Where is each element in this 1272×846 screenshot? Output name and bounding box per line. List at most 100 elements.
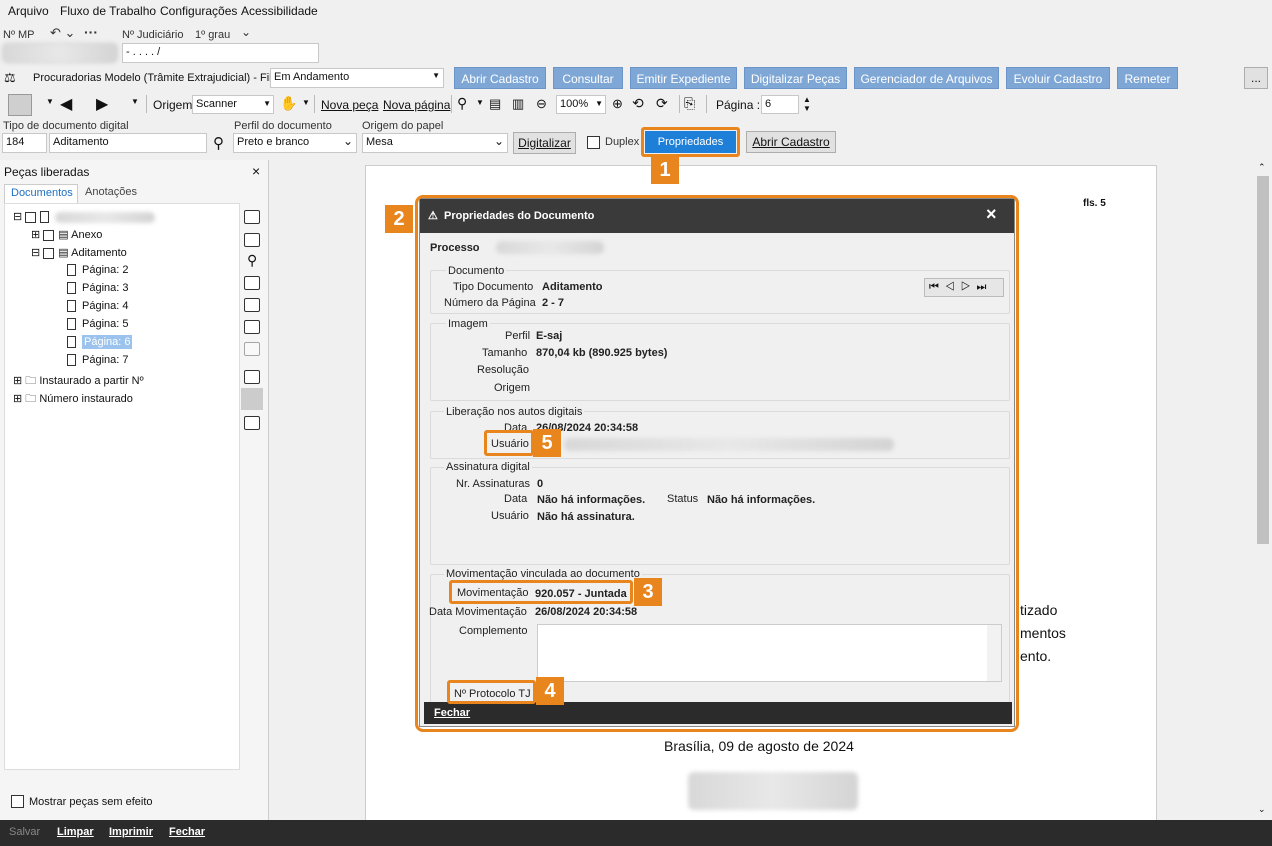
tree-numero-instaurado[interactable]: ⊞ 🗀 Número instaurado bbox=[13, 390, 133, 409]
scroll-thumb[interactable] bbox=[1257, 176, 1269, 544]
zoom-out-icon[interactable]: ⊖ bbox=[536, 96, 547, 112]
duplex-checkbox[interactable] bbox=[587, 136, 600, 149]
hand-dropdown-icon[interactable]: ▼ bbox=[302, 98, 310, 107]
next-icon[interactable]: ▶ bbox=[96, 94, 108, 114]
rotate-right-icon[interactable]: ⟳ bbox=[656, 95, 668, 112]
origem-papel-select[interactable]: Mesa ⌄ bbox=[362, 133, 508, 153]
origem-papel-label: Origem do papel bbox=[362, 120, 444, 132]
zoom-search-icon[interactable]: ⚲ bbox=[457, 95, 467, 112]
tipo-code-input[interactable]: 184 bbox=[2, 133, 47, 153]
search-icon[interactable]: ⚲ bbox=[213, 134, 224, 152]
pagina-input[interactable]: 6 bbox=[761, 95, 799, 114]
tree-root[interactable]: ⊟ bbox=[13, 210, 156, 224]
queue-icon: ⚖ bbox=[4, 70, 16, 85]
scroll-up-icon[interactable]: ⌃ bbox=[1258, 162, 1266, 173]
more-icon[interactable]: ··· bbox=[84, 24, 98, 40]
tree-anexo[interactable]: ⊞ ▤ Anexo bbox=[31, 228, 102, 241]
hand-icon[interactable]: ✋ bbox=[280, 95, 297, 112]
digitalizar-button[interactable]: Digitalizar bbox=[513, 132, 576, 154]
tree-page[interactable]: Página: 5 bbox=[67, 318, 129, 331]
tree-page[interactable]: Página: 7 bbox=[67, 354, 128, 367]
tree-container: ⊟ ⊞ ▤ Anexo ⊟ ▤ Aditamento Página: 2 Pág… bbox=[4, 203, 240, 770]
instaurado-partir-label: Instaurado a partir Nº bbox=[39, 375, 144, 387]
menu-configuracoes[interactable]: Configurações bbox=[160, 4, 237, 18]
tipo-value-input[interactable]: Aditamento bbox=[49, 133, 207, 153]
tree-aditamento[interactable]: ⊟ ▤ Aditamento bbox=[31, 246, 127, 259]
panel-title: Peças liberadas bbox=[4, 165, 90, 179]
previous-icon[interactable]: ◀ bbox=[60, 94, 72, 114]
note-icon-active[interactable] bbox=[241, 388, 263, 410]
mp-label: Nº MP bbox=[3, 29, 35, 41]
root-checkbox[interactable] bbox=[25, 211, 37, 223]
page-search-icon[interactable]: ⎘ bbox=[684, 95, 695, 112]
salvar-button[interactable]: Salvar bbox=[9, 826, 40, 838]
remove-doc-icon[interactable] bbox=[244, 298, 260, 312]
folder-icon: ▤ bbox=[58, 247, 72, 259]
vertical-scrollbar[interactable]: ⌃ ⌄ bbox=[1254, 160, 1272, 820]
zoom-dropdown-icon[interactable]: ▼ bbox=[476, 98, 484, 107]
aditamento-checkbox[interactable] bbox=[43, 247, 55, 259]
mostrar-checkbox[interactable] bbox=[11, 795, 24, 808]
fit-page-icon[interactable]: ▥ bbox=[512, 96, 524, 112]
tab-documentos[interactable]: Documentos bbox=[4, 184, 78, 203]
anexo-checkbox[interactable] bbox=[43, 229, 55, 241]
remeter-button[interactable]: Remeter bbox=[1117, 67, 1178, 89]
settings-list-icon[interactable] bbox=[244, 416, 260, 430]
consultar-button[interactable]: Consultar bbox=[553, 67, 623, 89]
fit-width-icon[interactable]: ▤ bbox=[489, 96, 501, 112]
menu-acessibilidade[interactable]: Acessibilidade bbox=[241, 4, 318, 18]
list-icon[interactable] bbox=[244, 233, 260, 247]
text-fragment: mentos bbox=[1020, 625, 1066, 641]
tab-anotacoes[interactable]: Anotações bbox=[80, 184, 142, 203]
nova-pagina-button[interactable]: Nova página bbox=[383, 98, 450, 112]
fechar-button[interactable]: Fechar bbox=[169, 826, 205, 838]
origem-select[interactable]: Scanner ▼ bbox=[192, 95, 274, 114]
tree-page[interactable]: Página: 2 bbox=[67, 264, 128, 277]
zoom-in-icon[interactable]: ⊕ bbox=[612, 96, 623, 112]
callout-highlight-5 bbox=[484, 430, 534, 456]
copy-icon[interactable] bbox=[244, 320, 260, 334]
more-actions-button[interactable]: ... bbox=[1244, 67, 1268, 89]
tree-icon[interactable] bbox=[244, 210, 260, 224]
perfil-select[interactable]: Preto e branco ⌄ bbox=[233, 133, 357, 153]
duplex-label: Duplex bbox=[605, 136, 640, 148]
limpar-button[interactable]: Limpar bbox=[57, 826, 94, 838]
side-toolbar: ⚲ bbox=[240, 206, 266, 456]
emitir-expediente-button[interactable]: Emitir Expediente bbox=[630, 67, 737, 89]
menu-fluxo[interactable]: Fluxo de Trabalho bbox=[60, 4, 156, 18]
abrir-cadastro-button[interactable]: Abrir Cadastro bbox=[454, 67, 546, 89]
pagina-spinner-icon[interactable]: ▲ ▼ bbox=[803, 95, 811, 113]
close-icon[interactable]: × bbox=[252, 163, 260, 179]
tree-page-selected[interactable]: Página: 6 bbox=[67, 335, 133, 349]
find-doc-icon[interactable] bbox=[244, 276, 260, 290]
page-label: Página: 3 bbox=[82, 282, 129, 294]
attach-icon[interactable]: ⚲ bbox=[247, 252, 257, 269]
undo-icon[interactable]: ↶ ⌄ bbox=[50, 25, 75, 41]
rotate-left-icon[interactable]: ⟲ bbox=[632, 95, 644, 112]
next-dropdown-icon[interactable]: ▼ bbox=[131, 97, 139, 106]
zoom-select[interactable]: 100% ▼ bbox=[556, 95, 606, 114]
judicial-input[interactable]: - . . . . / bbox=[122, 43, 319, 63]
mp-input[interactable] bbox=[2, 43, 118, 63]
digitalizar-pecas-button[interactable]: Digitalizar Peças bbox=[744, 67, 847, 89]
pecas-panel: Peças liberadas × Documentos Anotações ⊟… bbox=[0, 160, 269, 820]
grau-chevron-icon[interactable]: ⌄ bbox=[241, 25, 251, 39]
gerenciador-arquivos-button[interactable]: Gerenciador de Arquivos bbox=[854, 67, 999, 89]
scroll-down-icon[interactable]: ⌄ bbox=[1258, 804, 1266, 815]
dropdown-icon[interactable]: ▼ bbox=[46, 97, 54, 106]
evoluir-cadastro-button[interactable]: Evoluir Cadastro bbox=[1006, 67, 1110, 89]
tree-instaurado-partir[interactable]: ⊞ 🗀 Instaurado a partir Nº bbox=[13, 372, 144, 391]
fila-select[interactable]: Em Andamento ▼ bbox=[270, 68, 444, 88]
separator bbox=[146, 95, 147, 113]
document-mode-icon[interactable] bbox=[8, 94, 32, 116]
nova-peca-button[interactable]: Nova peça bbox=[321, 98, 378, 112]
page-label: Página: 5 bbox=[82, 318, 129, 330]
pagina-label: Página : bbox=[716, 98, 761, 112]
menu-arquivo[interactable]: Arquivo bbox=[8, 4, 49, 18]
tree-page[interactable]: Página: 3 bbox=[67, 282, 129, 295]
add-page-icon[interactable] bbox=[244, 370, 260, 384]
tree-page[interactable]: Página: 4 bbox=[67, 300, 128, 313]
root-label-blurred bbox=[55, 211, 156, 223]
abrir-cadastro-doc-button[interactable]: Abrir Cadastro bbox=[746, 131, 836, 153]
imprimir-button[interactable]: Imprimir bbox=[109, 826, 153, 838]
